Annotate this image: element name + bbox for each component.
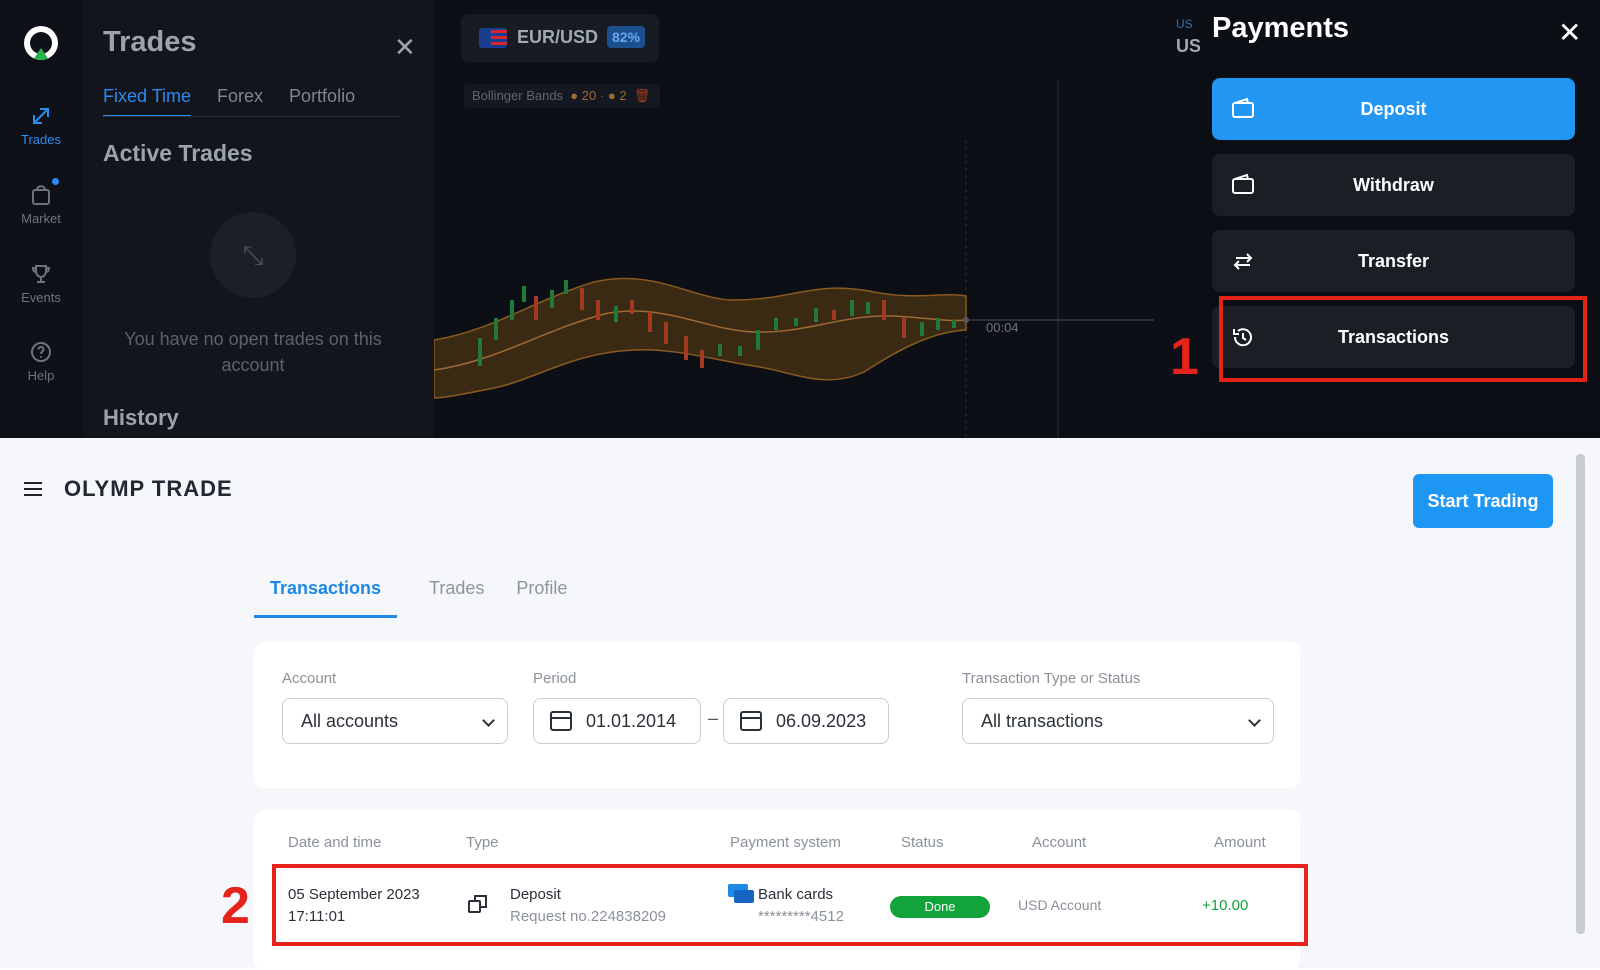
tab-fixed-time[interactable]: Fixed Time [103, 86, 192, 117]
transaction-type-value: All transactions [981, 711, 1104, 731]
rail-item-help[interactable]: Help [0, 340, 82, 383]
tab-transactions[interactable]: Transactions [254, 578, 398, 618]
tab-profile[interactable]: Profile [516, 578, 567, 618]
wallet-icon [1232, 173, 1254, 194]
date-from-field[interactable]: 01.01.2014 [533, 698, 701, 744]
olymp-logo-icon[interactable] [24, 26, 58, 60]
indicator-name: Bollinger Bands [472, 88, 564, 103]
annotation-number-2: 2 [221, 877, 250, 935]
site-header: OLYMP TRADE Start Trading [0, 438, 1572, 558]
transaction-type-label: Transaction Type or Status [962, 670, 1141, 687]
menu-icon[interactable] [24, 482, 42, 496]
indicator-chip[interactable]: Bollinger Bands ● 20 · ● 2 🗑 [464, 84, 661, 108]
withdraw-label: Withdraw [1353, 175, 1434, 195]
rail-item-label: Events [21, 290, 61, 305]
date-to-field[interactable]: 06.09.2023 [723, 698, 889, 744]
highlight-box-transactions [1219, 296, 1587, 382]
transaction-type-select[interactable]: All transactions [962, 698, 1274, 744]
column-header-date: Date and time [288, 834, 382, 851]
empty-trades-text: You have no open trades on this account [124, 329, 382, 375]
trash-icon[interactable]: 🗑 [630, 88, 651, 103]
empty-trades-icon: ⤡ [210, 212, 296, 298]
active-trades-heading: Active Trades [103, 140, 253, 166]
withdraw-button[interactable]: Withdraw [1212, 154, 1575, 216]
asset-selector[interactable]: EUR/USD 82% [461, 14, 659, 62]
candlestick-chart [433, 80, 1154, 438]
trading-platform-screenshot: Trades Market Events Help Trades ✕ Fixed… [0, 0, 1600, 438]
trades-icon [33, 108, 49, 124]
chevron-down-icon [482, 714, 495, 727]
indicator-deviation: 2 [619, 88, 627, 103]
account-select[interactable]: All accounts [282, 698, 508, 744]
rail-item-events[interactable]: Events [0, 262, 82, 305]
tab-portfolio[interactable]: Portfolio [289, 86, 355, 117]
rail-item-label: Help [27, 368, 55, 383]
account-select-value: All accounts [301, 711, 399, 731]
trades-panel: Trades ✕ Fixed Time Forex Portfolio Acti… [82, 0, 512, 438]
tab-forex[interactable]: Forex [217, 86, 263, 117]
column-header-account: Account [1032, 834, 1087, 851]
rail-item-market[interactable]: Market [0, 183, 82, 226]
trades-panel-title: Trades [103, 26, 197, 58]
period-label: Period [533, 670, 577, 687]
history-heading: History [103, 405, 179, 430]
separator: · [599, 88, 605, 103]
column-header-amount: Amount [1214, 834, 1266, 851]
page-tabs: Transactions Trades Profile [254, 578, 567, 618]
account-type-label: US [1176, 17, 1193, 31]
account-label: Account [282, 670, 337, 687]
tab-trades[interactable]: Trades [429, 578, 484, 618]
tabs-divider [103, 116, 401, 117]
price-chart[interactable]: 00:04 [433, 0, 1200, 438]
rail-item-trades[interactable]: Trades [0, 104, 82, 147]
transfer-icon [1233, 253, 1253, 270]
chevron-down-icon [1248, 714, 1261, 727]
highlight-box-transaction-row [272, 864, 1308, 946]
indicator-dot-icon: ● [607, 88, 616, 103]
deposit-label: Deposit [1360, 99, 1427, 119]
rail-item-label: Market [21, 211, 61, 226]
annotation-number-1: 1 [1170, 328, 1199, 386]
indicator-dot-icon: ● [566, 88, 579, 103]
trophy-icon [31, 265, 51, 283]
close-icon[interactable]: ✕ [1558, 16, 1581, 49]
payments-title: Payments [1212, 12, 1350, 44]
page-scrollbar[interactable] [1576, 454, 1585, 934]
wallet-icon [1232, 97, 1254, 118]
timer-label: 00:04 [986, 320, 1019, 335]
notification-dot [52, 178, 59, 185]
calendar-icon [550, 711, 572, 731]
close-icon[interactable]: ✕ [394, 32, 416, 63]
date-from-value: 01.01.2014 [586, 711, 677, 731]
market-icon [32, 185, 50, 205]
account-balance-label: US [1176, 36, 1202, 56]
asset-name: EUR/USD [517, 27, 599, 47]
trades-tabs: Fixed Time Forex Portfolio [103, 86, 355, 117]
column-header-type: Type [466, 834, 499, 851]
payout-badge: 82% [607, 26, 646, 48]
indicator-period: 20 [581, 88, 597, 103]
deposit-button[interactable]: Deposit [1212, 78, 1575, 140]
brand-logo[interactable]: OLYMP TRADE [64, 476, 233, 502]
transfer-button[interactable]: Transfer [1212, 230, 1575, 292]
rail-item-label: Trades [21, 132, 61, 147]
transfer-label: Transfer [1357, 251, 1430, 271]
date-to-value: 06.09.2023 [776, 711, 867, 731]
filters-card: Account All accounts Period 01.01.2014 –… [254, 642, 1300, 788]
start-trading-button[interactable]: Start Trading [1413, 474, 1553, 528]
column-header-payment-system: Payment system [730, 834, 841, 851]
calendar-icon [740, 711, 762, 731]
column-header-status: Status [901, 834, 944, 851]
date-range-dash: – [708, 708, 719, 728]
left-navigation-rail: Trades Market Events Help [0, 0, 82, 438]
us-flag-icon [479, 28, 507, 48]
help-icon [31, 342, 51, 362]
